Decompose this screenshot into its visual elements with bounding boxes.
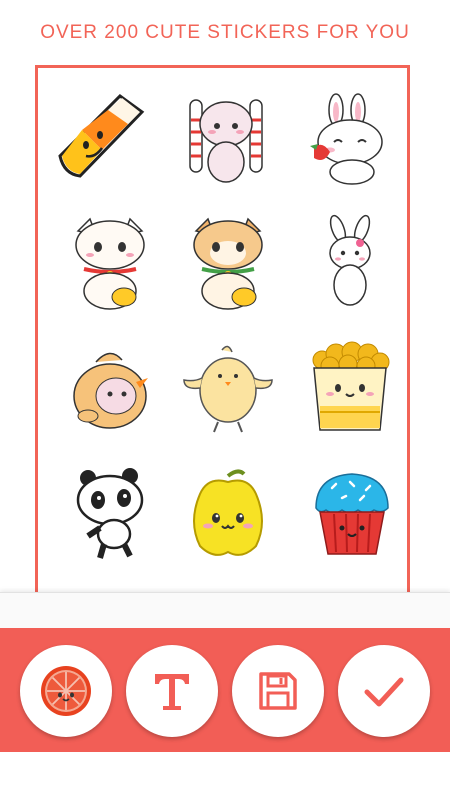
text-button[interactable] [126, 645, 218, 737]
chick-costume-sticker[interactable] [60, 338, 160, 438]
yellow-chick-sticker[interactable] [178, 338, 278, 438]
done-button[interactable] [338, 645, 430, 737]
lucky-cat-white-sticker[interactable] [60, 213, 160, 313]
bottom-sheet-handle [0, 592, 450, 629]
cupcake-sticker[interactable] [302, 462, 402, 562]
save-button[interactable] [232, 645, 324, 737]
bottom-spacer [0, 752, 450, 800]
sticker-button[interactable] [20, 645, 112, 737]
waving-bunny-sticker[interactable] [300, 213, 400, 313]
panda-sticker[interactable] [60, 462, 160, 562]
checkmark-icon [364, 677, 404, 707]
candy-corn-sticker[interactable] [50, 90, 150, 190]
grapefruit-icon [41, 666, 91, 716]
bottom-toolbar [0, 628, 450, 752]
sticker-grid [35, 65, 410, 605]
lucky-cat-orange-sticker[interactable] [178, 213, 278, 313]
text-t-icon [155, 674, 189, 710]
striped-bunny-sticker[interactable] [176, 90, 276, 190]
floppy-disk-icon [259, 672, 297, 710]
popcorn-sticker[interactable] [300, 338, 400, 438]
bunny-with-strawberry-sticker[interactable] [300, 90, 400, 190]
bell-pepper-sticker[interactable] [178, 462, 278, 562]
page-title: OVER 200 CUTE STICKERS FOR YOU [40, 22, 410, 43]
